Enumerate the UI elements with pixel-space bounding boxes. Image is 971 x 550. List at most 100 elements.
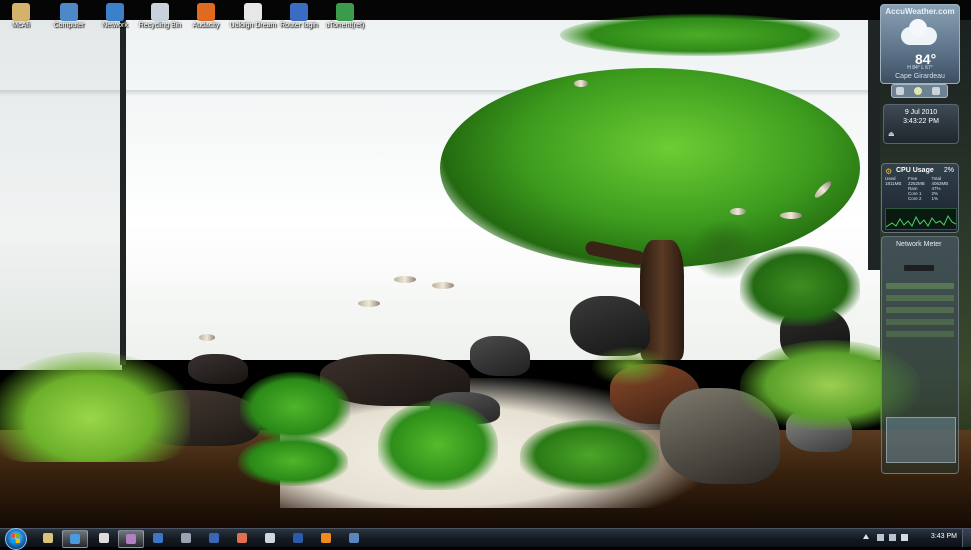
desktop-shortcut[interactable]: McAfi (0, 3, 48, 30)
taskbar-word-button[interactable] (202, 530, 226, 546)
taskbar-photoshop-button[interactable] (286, 530, 310, 546)
gadget-date: 9 Jul 2010 (904, 109, 938, 116)
radar-icon[interactable] (896, 87, 904, 95)
weather-high-low: H 84° L 67° (907, 65, 933, 71)
grass-carpet (240, 372, 350, 442)
sun-icon[interactable] (914, 87, 922, 95)
desktop-shortcut[interactable]: Audacity (179, 3, 233, 30)
grass-carpet (590, 346, 670, 386)
gear-icon: ⚙ (885, 167, 893, 176)
taskbar-calculator-icon (265, 533, 275, 543)
fish (780, 212, 802, 219)
table-cell: 1% (931, 196, 939, 201)
forecast-icon[interactable] (932, 87, 940, 95)
taskbar-vlc-icon (321, 533, 331, 543)
cpu-usage-gadget[interactable]: ⚙ CPU Usage 2% Used Free Total 1811MB 2252M… (881, 163, 959, 233)
table-row: Core 2 1% (885, 196, 955, 201)
show-desktop-button[interactable] (962, 529, 971, 547)
eject-icon[interactable]: ⏏ (888, 130, 895, 138)
network-meter-gadget[interactable]: Network Meter (881, 236, 959, 474)
recycling-bin-icon (151, 3, 169, 21)
taskbar-network-button[interactable] (342, 530, 366, 546)
network-meter-bar (886, 295, 954, 301)
windows-logo-icon (11, 534, 21, 544)
aquarium-side-glass (0, 20, 122, 370)
taskbar-paint-button[interactable] (230, 530, 254, 546)
taskbar-media-button[interactable] (118, 530, 144, 548)
fish (574, 80, 588, 87)
taskbar-paint-icon (237, 533, 247, 543)
action-center-icon[interactable] (877, 534, 884, 541)
audacity-icon (197, 3, 215, 21)
network-meter-title: Network Meter (896, 241, 942, 248)
taskbar-notepad-icon (99, 533, 109, 543)
network-meter-bar (904, 265, 934, 271)
network-status-icon[interactable] (889, 534, 896, 541)
fish (730, 208, 746, 215)
taskbar: 3:43 PM (0, 528, 971, 550)
moss-top (560, 14, 840, 56)
fish (394, 276, 416, 283)
taskbar-network-icon (349, 533, 359, 543)
computer-icon (60, 3, 78, 21)
taskbar-steam-icon (181, 533, 191, 543)
taskbar-chrome-button[interactable] (62, 530, 88, 548)
taskbar-explorer-icon (43, 533, 53, 543)
fish (432, 282, 454, 289)
grass-carpet (740, 246, 860, 326)
grass-carpet (520, 420, 660, 490)
taskbar-clock[interactable]: 3:43 PM (931, 533, 957, 540)
taskbar-globe-button[interactable] (146, 530, 170, 546)
utorrent-green-icon (336, 3, 354, 21)
cpu-usage-graph (885, 208, 957, 230)
taskbar-chrome-icon (70, 534, 80, 544)
router-login-icon (290, 3, 308, 21)
desktop-shortcut-label: uTorrent(ret) (325, 22, 365, 29)
aquarium-frame-left (120, 20, 126, 365)
rock (188, 354, 248, 384)
grass-carpet (378, 400, 498, 490)
cpu-usage-table: Used Free Total 1811MB 2252MB 4063MB Ram 47% … (885, 176, 955, 201)
weather-city: Cape Girardeau (895, 73, 945, 80)
table-cell: Core 2 (908, 196, 922, 201)
weather-toolbar[interactable] (891, 84, 948, 98)
mcafee-shortcut-icon (12, 3, 30, 21)
taskbar-calculator-button[interactable] (258, 530, 282, 546)
rock (470, 336, 530, 376)
utorrent-icon (244, 3, 262, 21)
grass-carpet (0, 352, 190, 462)
cloudy-weather-icon (901, 19, 937, 45)
network-icon (106, 3, 124, 21)
network-meter-graph (886, 417, 956, 463)
table-cell (885, 196, 908, 201)
taskbar-vlc-button[interactable] (314, 530, 338, 546)
gadget-time: 3:43:22 PM (903, 118, 939, 125)
weather-brand: AccuWeather.com (885, 7, 955, 16)
taskbar-steam-button[interactable] (174, 530, 198, 546)
volume-icon[interactable] (901, 534, 908, 541)
start-button[interactable] (5, 528, 27, 550)
aquarium-frame-right (868, 20, 880, 270)
desktop-wallpaper (0, 0, 971, 528)
moss-tree-canopy (440, 68, 860, 268)
weather-gadget[interactable]: AccuWeather.com 84° H 84° L 67° Cape Gir… (880, 4, 960, 84)
taskbar-photoshop-icon (293, 533, 303, 543)
network-meter-bar (886, 283, 954, 289)
table-row: 1811MB 2252MB 4063MB (885, 181, 955, 186)
taskbar-explorer-button[interactable] (36, 530, 60, 546)
cpu-usage-percent: 2% (943, 167, 954, 174)
network-meter-bar (886, 307, 954, 313)
fish (358, 300, 380, 307)
taskbar-word-icon (209, 533, 219, 543)
fish (199, 334, 215, 341)
network-meter-bar (886, 331, 954, 337)
date-time-gadget[interactable]: 9 Jul 2010 3:43:22 PM ⏏ (883, 104, 959, 144)
network-meter-bar (886, 319, 954, 325)
taskbar-media-icon (126, 534, 136, 544)
cpu-usage-title: CPU Usage (896, 167, 934, 174)
desktop-shortcut[interactable]: uTorrent(ret) (318, 3, 372, 30)
grass-carpet (238, 436, 348, 486)
taskbar-notepad-button[interactable] (92, 530, 116, 546)
desktop-shortcut-label: McAfi (12, 22, 30, 29)
show-hidden-icons-button[interactable] (863, 534, 869, 539)
